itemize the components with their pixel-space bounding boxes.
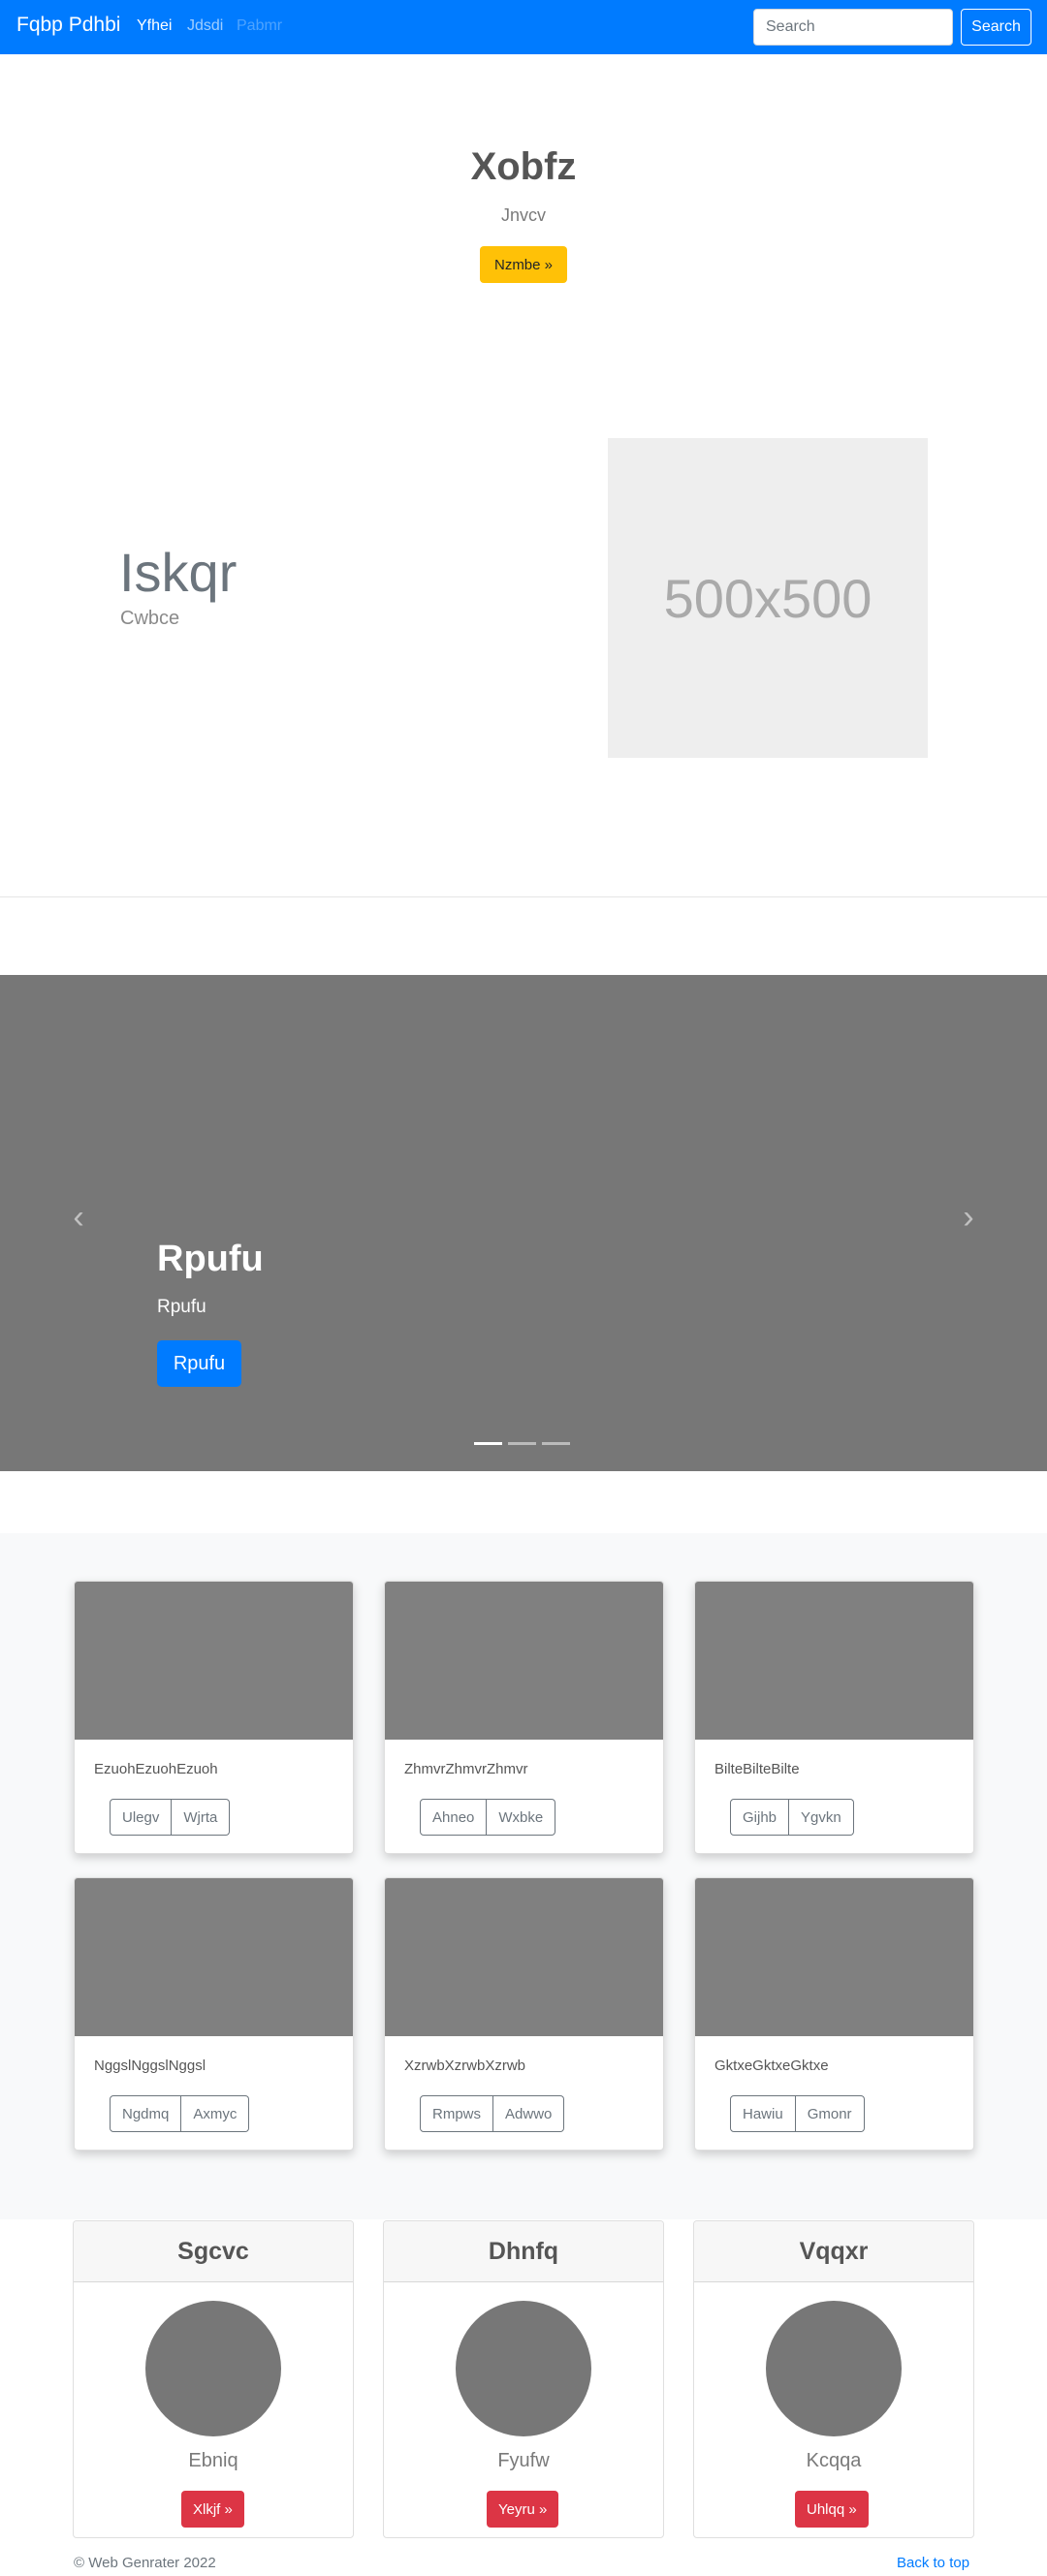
card-text: BilteBilteBilte — [714, 1761, 800, 1777]
card-button-left[interactable]: Gijhb — [730, 1799, 790, 1836]
card-button-right[interactable]: Ygvkn — [789, 1799, 854, 1836]
card-image — [385, 1878, 663, 2036]
card-text: ZhmvrZhmvrZhmvr — [404, 1761, 528, 1777]
carousel-indicator-1[interactable] — [474, 1442, 502, 1445]
profile-name: Kcqqa — [806, 2450, 862, 2471]
card-image — [75, 1582, 353, 1740]
back-to-top-link[interactable]: Back to top — [897, 2555, 969, 2571]
feature-title: Iskqr — [119, 542, 238, 603]
nav-link-2[interactable]: Jdsdi — [187, 17, 223, 35]
profile-button[interactable]: Xlkjf » — [181, 2491, 244, 2528]
carousel-button[interactable]: Rpufu — [157, 1340, 241, 1387]
profile-card: Sgcvc Ebniq Xlkjf » — [73, 2220, 354, 2538]
card-button-left[interactable]: Rmpws — [420, 2095, 494, 2132]
card-image — [695, 1878, 973, 2036]
avatar — [456, 2301, 591, 2436]
avatar — [145, 2301, 281, 2436]
card-button-group: Gijhb Ygvkn — [730, 1799, 854, 1836]
card-button-group: Rmpws Adwwo — [420, 2095, 565, 2132]
placeholder-size-label: 500x500 — [663, 567, 872, 629]
card-text: GktxeGktxeGktxe — [714, 2058, 829, 2074]
profile-card-header: Sgcvc — [74, 2221, 353, 2282]
card-button-left[interactable]: Hawiu — [730, 2095, 796, 2132]
card-button-right[interactable]: Wjrta — [172, 1799, 231, 1836]
carousel-indicators — [474, 1442, 570, 1445]
card-text: EzuohEzuohEzuoh — [94, 1761, 218, 1777]
card-button-left[interactable]: Ulegv — [110, 1799, 173, 1836]
search-button[interactable]: Search — [961, 9, 1031, 46]
card-button-left[interactable]: Ngdmq — [110, 2095, 182, 2132]
card-button-right[interactable]: Wxbke — [487, 1799, 556, 1836]
card-text: XzrwbXzrwbXzrwb — [404, 2058, 526, 2074]
navbar: Fqbp Pdhbi Yfhei Jdsdi Pabmr Search — [0, 0, 1047, 54]
card-button-group: Ngdmq Axmyc — [110, 2095, 250, 2132]
profile-card: Dhnfq Fyufw Yeyru » — [383, 2220, 664, 2538]
profile-name: Ebniq — [188, 2450, 238, 2471]
album-card: XzrwbXzrwbXzrwb Rmpws Adwwo — [384, 1877, 664, 2151]
card-button-left[interactable]: Ahneo — [420, 1799, 488, 1836]
profile-card-header: Vqqxr — [694, 2221, 973, 2282]
card-image — [695, 1582, 973, 1740]
avatar — [766, 2301, 902, 2436]
chevron-left-icon[interactable]: ‹ — [64, 1201, 93, 1234]
navbar-brand[interactable]: Fqbp Pdhbi — [16, 14, 120, 37]
feature-image-placeholder: 500x500 — [608, 438, 928, 758]
card-button-group: Ulegv Wjrta — [110, 1799, 231, 1836]
nav-link-1[interactable]: Yfhei — [137, 17, 172, 35]
nav-link-3-disabled: Pabmr — [237, 17, 283, 34]
card-text: NggslNggslNggsl — [94, 2058, 206, 2074]
carousel: ‹ › Rpufu Rpufu Rpufu — [0, 975, 1047, 1471]
card-image — [385, 1582, 663, 1740]
card-image — [75, 1878, 353, 2036]
hero-title: Xobfz — [470, 145, 577, 188]
card-button-right[interactable]: Adwwo — [493, 2095, 565, 2132]
album-card: EzuohEzuohEzuoh Ulegv Wjrta — [74, 1581, 354, 1854]
footer-copyright: © Web Genrater 2022 — [74, 2555, 216, 2571]
chevron-right-icon[interactable]: › — [954, 1201, 983, 1234]
feature-subtitle: Cwbce — [120, 608, 180, 629]
profile-button[interactable]: Uhlqq » — [795, 2491, 869, 2528]
card-button-group: Ahneo Wxbke — [420, 1799, 556, 1836]
profile-name: Fyufw — [497, 2450, 550, 2471]
search-input[interactable] — [753, 9, 953, 46]
hero-button[interactable]: Nzmbe » — [480, 246, 567, 283]
profile-button[interactable]: Yeyru » — [487, 2491, 559, 2528]
album-card: GktxeGktxeGktxe Hawiu Gmonr — [694, 1877, 974, 2151]
carousel-caption-title: Rpufu — [157, 1239, 264, 1279]
section-divider — [0, 896, 1047, 897]
hero-subtitle: Jnvcv — [500, 205, 546, 225]
carousel-indicator-3[interactable] — [542, 1442, 570, 1445]
album-card: ZhmvrZhmvrZhmvr Ahneo Wxbke — [384, 1581, 664, 1854]
album-card: BilteBilteBilte Gijhb Ygvkn — [694, 1581, 974, 1854]
album-section: EzuohEzuohEzuoh Ulegv Wjrta ZhmvrZhmvrZh… — [0, 1533, 1047, 2219]
card-button-right[interactable]: Gmonr — [795, 2095, 865, 2132]
album-card: NggslNggslNggsl Ngdmq Axmyc — [74, 1877, 354, 2151]
card-button-right[interactable]: Axmyc — [181, 2095, 250, 2132]
card-button-group: Hawiu Gmonr — [730, 2095, 865, 2132]
carousel-indicator-2[interactable] — [508, 1442, 536, 1445]
carousel-caption-subtitle: Rpufu — [157, 1297, 206, 1317]
profile-card: Vqqxr Kcqqa Uhlqq » — [693, 2220, 974, 2538]
profile-card-header: Dhnfq — [384, 2221, 663, 2282]
